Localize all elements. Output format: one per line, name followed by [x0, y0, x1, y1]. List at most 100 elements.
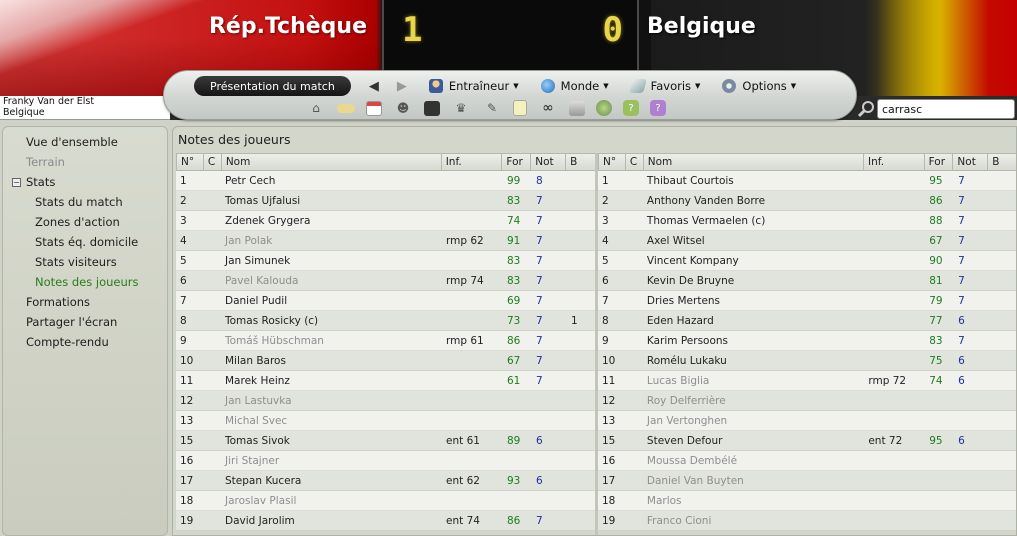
player-name[interactable]: Jan Polak	[221, 235, 442, 247]
table-row[interactable]: 1★Petr Cech998	[176, 171, 596, 191]
col-c[interactable]: C	[626, 154, 644, 170]
player-name[interactable]: Marek Heinz	[221, 375, 442, 387]
sidebar-item-stats-home[interactable]: Stats éq. domicile	[35, 235, 138, 249]
col-rating[interactable]: Not	[953, 154, 989, 170]
player-name[interactable]: Tomas Rosicky (c)	[221, 315, 442, 327]
table-row[interactable]: 7 Daniel Pudil 69 7	[176, 291, 596, 311]
trophy-icon[interactable]: ♛	[451, 99, 471, 117]
sidebar-item-zones[interactable]: Zones d'action	[35, 215, 120, 229]
player-name[interactable]: Stepan Kucera	[221, 475, 442, 487]
col-info[interactable]: Inf.	[442, 154, 503, 170]
table-row[interactable]: 16 Moussa Dembélé	[598, 451, 1016, 471]
player-name[interactable]: Jiri Stajner	[221, 455, 442, 467]
table-row[interactable]: 19 David Jarolim ent 74 86 7	[176, 511, 596, 531]
table-row[interactable]: 1 Thibaut Courtois 95 7	[598, 171, 1016, 191]
search-input[interactable]	[877, 99, 1015, 119]
table-row[interactable]: 10 Romélu Lukaku 75 6	[598, 351, 1016, 371]
table-row[interactable]: 9 Tomáš Hübschman rmp 61 86 7	[176, 331, 596, 351]
col-rating[interactable]: Not	[531, 154, 567, 170]
player-name[interactable]: Daniel Van Buyten	[643, 475, 864, 487]
player-name[interactable]: Daniel Pudil	[221, 295, 442, 307]
table-row[interactable]: 12 Roy Delferrière	[598, 391, 1016, 411]
player-name[interactable]: Zdenek Grygera	[221, 215, 442, 227]
table-row[interactable]: 8 Tomas Rosicky (c) 73 7 1	[176, 311, 596, 331]
player-name[interactable]: Kevin De Bruyne	[643, 275, 864, 287]
binoculars-icon[interactable]: ∞	[538, 99, 558, 117]
col-name[interactable]: Nom	[644, 154, 865, 170]
table-row[interactable]: 11 Marek Heinz 61 7	[176, 371, 596, 391]
table-row[interactable]: 5 Vincent Kompany 90 7	[598, 251, 1016, 271]
away-team-name[interactable]: Belgique	[647, 14, 756, 39]
table-row[interactable]: 3 Zdenek Grygera 74 7	[176, 211, 596, 231]
player-name[interactable]: Karim Persoons	[643, 335, 864, 347]
player-name[interactable]: Thibaut Courtois	[643, 175, 864, 187]
table-row[interactable]: 15 Tomas Sivok ent 61 89 6	[176, 431, 596, 451]
player-name[interactable]: Milan Baros	[221, 355, 442, 367]
table-row[interactable]: 13 Michal Svec	[176, 411, 596, 431]
player-name[interactable]: Jaroslav Plasil	[221, 495, 442, 507]
table-row[interactable]: 2 Tomas Ujfalusi 83 7	[176, 191, 596, 211]
table-row[interactable]: 10 Milan Baros 67 7	[176, 351, 596, 371]
table-row[interactable]: 16 Jiri Stajner	[176, 451, 596, 471]
table-row[interactable]: 7 Dries Mertens 79 7	[598, 291, 1016, 311]
player-name[interactable]: Dries Mertens	[643, 295, 864, 307]
table-row[interactable]: 3 Thomas Vermaelen (c) 88 7	[598, 211, 1016, 231]
player-name[interactable]: Petr Cech	[221, 175, 442, 187]
player-name[interactable]: David Jarolim	[221, 515, 442, 527]
table-row[interactable]: 12 Jan Lastuvka	[176, 391, 596, 411]
col-form[interactable]: For	[502, 154, 532, 170]
player-name[interactable]: Michal Svec	[221, 415, 442, 427]
table-row[interactable]: 5 Jan Simunek 83 7	[176, 251, 596, 271]
sidebar-item-stats[interactable]: Stats	[26, 175, 55, 189]
table-row[interactable]: 15 Steven Defour ent 72 95 6	[598, 431, 1016, 451]
player-name[interactable]: Anthony Vanden Borre	[643, 195, 864, 207]
scout-icon[interactable]: ✎	[482, 99, 502, 117]
table-row[interactable]: 8 Eden Hazard 77 6	[598, 311, 1016, 331]
col-goals[interactable]: B	[566, 154, 595, 170]
player-name[interactable]: Vincent Kompany	[643, 255, 864, 267]
help-icon[interactable]: ?	[623, 100, 639, 116]
player-name[interactable]: Pavel Kalouda	[221, 275, 442, 287]
col-info[interactable]: Inf.	[864, 154, 925, 170]
people-icon[interactable]: ☻	[393, 99, 413, 117]
world-icon[interactable]	[596, 100, 612, 116]
sidebar-item-split[interactable]: Partager l'écran	[26, 315, 117, 329]
player-name[interactable]: Tomas Ujfalusi	[221, 195, 442, 207]
table-row[interactable]: 17 Daniel Van Buyten	[598, 471, 1016, 491]
player-name[interactable]: Jan Simunek	[221, 255, 442, 267]
table-row[interactable]: 17 Stepan Kucera ent 62 93 6	[176, 471, 596, 491]
player-name[interactable]: Franco Cioni	[643, 515, 864, 527]
table-row[interactable]: 6 Pavel Kalouda rmp 74 83 7	[176, 271, 596, 291]
question-icon[interactable]: ?	[650, 100, 666, 116]
player-name[interactable]: Marlos	[643, 495, 864, 507]
sidebar-item-formations[interactable]: Formations	[26, 295, 90, 309]
table-row[interactable]: 13 Jan Vertonghen	[598, 411, 1016, 431]
player-name[interactable]: Lucas Biglia	[643, 375, 864, 387]
menu-world[interactable]: Monde ▼	[540, 79, 609, 93]
player-name[interactable]: Steven Defour	[643, 435, 864, 447]
table-row[interactable]: 9 Karim Persoons 83 7	[598, 331, 1016, 351]
table-row[interactable]: 4 Axel Witsel 67 7	[598, 231, 1016, 251]
table-row[interactable]: 18 Marlos	[598, 491, 1016, 511]
player-name[interactable]: Moussa Dembélé	[643, 455, 864, 467]
home-team-name[interactable]: Rép.Tchèque	[209, 14, 367, 39]
collapse-icon[interactable]: −	[12, 178, 21, 187]
table-row[interactable]: 18 Jaroslav Plasil	[176, 491, 596, 511]
player-name[interactable]: Romélu Lukaku	[643, 355, 864, 367]
notes-icon[interactable]	[513, 100, 527, 116]
sidebar-item-terrain[interactable]: Terrain	[26, 155, 65, 169]
col-goals[interactable]: B	[988, 154, 1016, 170]
menu-options[interactable]: Options ▼	[722, 79, 796, 93]
back-arrow-icon[interactable]: ◀	[369, 79, 379, 94]
player-name[interactable]: Thomas Vermaelen (c)	[643, 215, 864, 227]
table-row[interactable]: 2 Anthony Vanden Borre 86 7	[598, 191, 1016, 211]
money-icon[interactable]	[337, 103, 355, 113]
sidebar-item-overview[interactable]: Vue d'ensemble	[26, 135, 118, 149]
table-row[interactable]: 11 Lucas Biglia rmp 72 74 6	[598, 371, 1016, 391]
table-row[interactable]: 6 Kevin De Bruyne 81 7	[598, 271, 1016, 291]
player-name[interactable]: Eden Hazard	[643, 315, 864, 327]
sidebar-item-player-notes[interactable]: Notes des joueurs	[35, 275, 139, 289]
sidebar-item-report[interactable]: Compte-rendu	[26, 335, 109, 349]
table-row[interactable]: 19 Franco Cioni	[598, 511, 1016, 531]
col-name[interactable]: Nom	[222, 154, 442, 170]
